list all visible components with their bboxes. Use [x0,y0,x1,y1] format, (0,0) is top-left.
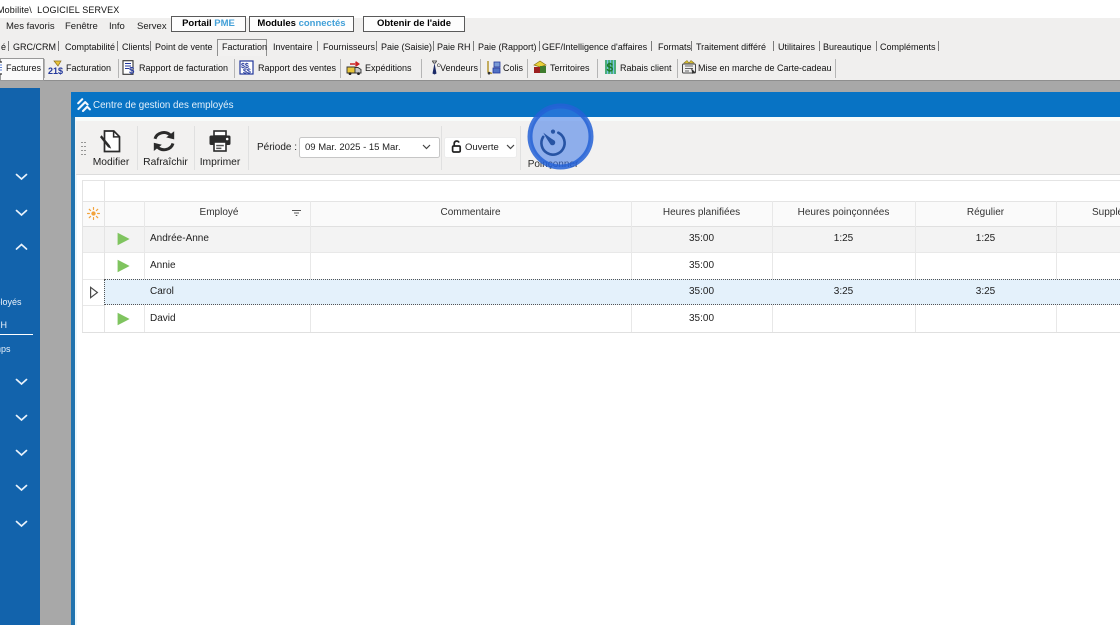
svg-text:21$: 21$ [48,66,63,75]
svg-text:c: c [437,63,440,69]
svg-text:$: $ [129,66,135,76]
svg-text:$: $ [607,61,614,75]
svg-text:$$: $$ [243,69,251,76]
